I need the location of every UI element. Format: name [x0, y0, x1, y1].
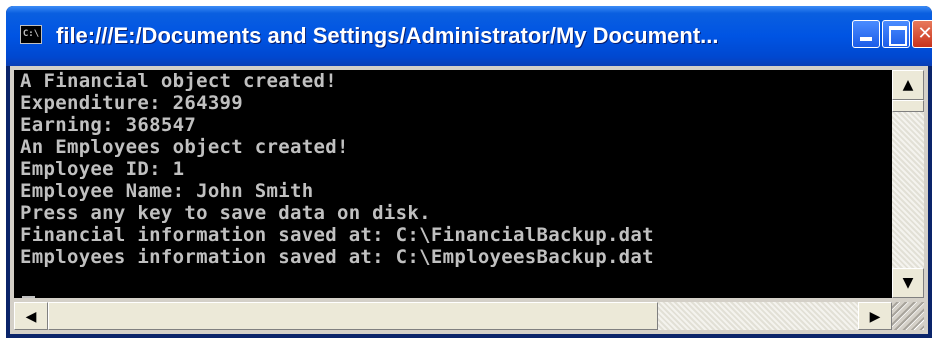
title-bar[interactable]: C:\ file:///E:/Documents and Settings/Ad…: [6, 6, 932, 66]
console-app-icon[interactable]: C:\: [20, 25, 42, 44]
console-window: C:\ file:///E:/Documents and Settings/Ad…: [6, 6, 932, 338]
horizontal-scrollbar[interactable]: ◀ ▶: [14, 302, 892, 330]
client-area: A Financial object created! Expenditure:…: [10, 66, 928, 334]
scroll-left-button[interactable]: ◀: [14, 302, 48, 330]
vertical-scroll-track[interactable]: [892, 100, 924, 268]
vertical-scroll-thumb[interactable]: [892, 100, 924, 112]
console-line: An Employees object created!: [20, 136, 349, 158]
console-line: Earning: 368547: [20, 114, 197, 136]
arrow-left-icon: ◀: [25, 309, 37, 325]
text-cursor: [22, 296, 35, 298]
console-line: Expenditure: 264399: [20, 92, 244, 114]
minimize-button[interactable]: [852, 20, 880, 48]
console-line: Employee ID: 1: [20, 158, 185, 180]
arrow-right-icon: ▶: [869, 309, 881, 325]
horizontal-scroll-thumb[interactable]: [48, 302, 658, 330]
close-icon: ✕: [917, 23, 932, 44]
console-line: Press any key to save data on disk.: [20, 202, 431, 224]
console-line: A Financial object created!: [20, 70, 337, 92]
scroll-down-button[interactable]: ▼: [892, 268, 924, 298]
vertical-scrollbar[interactable]: ▲ ▼: [892, 70, 924, 298]
console-line: Financial information saved at: C:\Finan…: [20, 224, 654, 246]
maximize-button[interactable]: [882, 20, 910, 48]
arrow-down-icon: ▼: [902, 275, 914, 291]
console-line: Employee Name: John Smith: [20, 180, 314, 202]
console-output[interactable]: A Financial object created! Expenditure:…: [14, 70, 892, 298]
close-button[interactable]: ✕: [912, 20, 932, 48]
window-title: file:///E:/Documents and Settings/Admini…: [56, 23, 719, 48]
scroll-up-button[interactable]: ▲: [892, 70, 924, 100]
arrow-up-icon: ▲: [902, 77, 914, 93]
console-line: Employees information saved at: C:\Emplo…: [20, 246, 654, 268]
resize-grip-icon[interactable]: [892, 302, 924, 330]
scroll-right-button[interactable]: ▶: [858, 302, 892, 330]
